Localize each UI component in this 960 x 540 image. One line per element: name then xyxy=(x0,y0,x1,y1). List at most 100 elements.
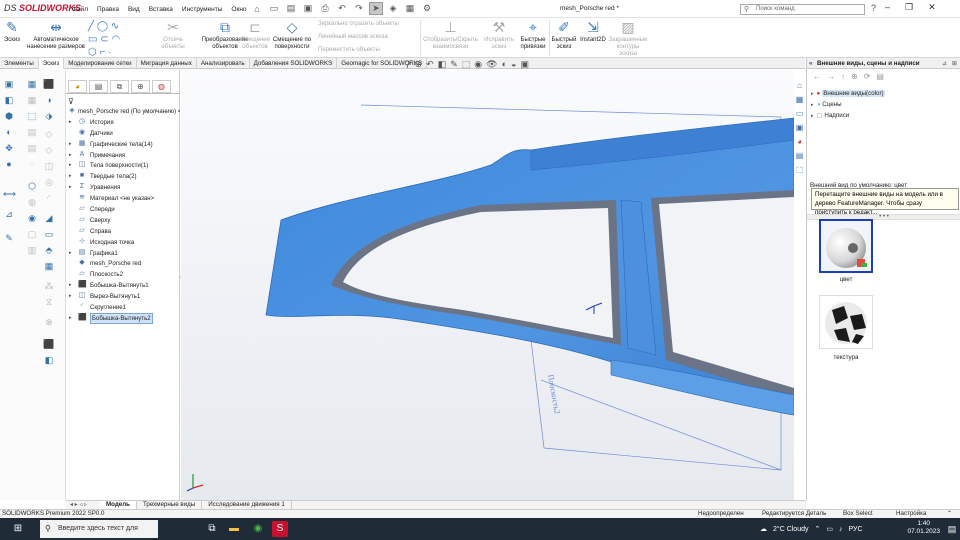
circle-icon[interactable]: ◯ xyxy=(97,21,108,32)
tab-model[interactable]: Модель xyxy=(100,501,137,509)
feature-tree-item[interactable]: ▸ ◫ Вырез-Вытянуть1 xyxy=(66,291,180,302)
rapid-sketch-button[interactable]: ✐ Быстрый эскиз xyxy=(551,19,577,51)
feature-tree-item[interactable]: ▸ ▤ Графика1 xyxy=(66,248,180,259)
feature-tree-item[interactable]: ▱ Сверху xyxy=(66,215,180,226)
configuration-manager-tab-icon[interactable]: ⧉ xyxy=(110,80,129,93)
tab-scroll-arrows-icon[interactable]: ◂ ▸ ◃ ▹ xyxy=(66,501,100,509)
display-style-icon[interactable]: ◉ xyxy=(474,59,482,70)
filter-icon[interactable]: ⊽ xyxy=(68,97,74,106)
language-indicator[interactable]: РУС xyxy=(848,526,862,533)
feature-tree-item[interactable]: ▸ ◫ Тела поверхности(1) xyxy=(66,160,180,171)
tab-evaluate[interactable]: Анализировать xyxy=(197,58,250,69)
view-palette-icon[interactable]: ▣ xyxy=(794,122,805,133)
minimize-icon[interactable]: – xyxy=(885,2,890,13)
expand-icon[interactable]: ▸ xyxy=(811,102,814,108)
mesh-body[interactable] xyxy=(265,117,794,416)
tab-data-migration[interactable]: Миграция данных xyxy=(137,58,197,69)
rib-icon[interactable]: ▦ xyxy=(43,260,55,272)
scenes-folder[interactable]: ▸ ◑ Сцены xyxy=(811,101,842,108)
offset-entities-button[interactable]: ⊏ Смещение объектов xyxy=(238,19,272,51)
wrap-icon[interactable]: ⬡ xyxy=(26,180,38,192)
appearance-thumb-color[interactable] xyxy=(819,219,873,273)
add-to-library-icon[interactable]: ⊕ xyxy=(851,72,858,81)
view-orientation-icon[interactable]: ⬚ xyxy=(462,59,471,70)
box-select-status[interactable]: Box Select xyxy=(843,510,873,518)
extrude-icon[interactable]: ⬛ xyxy=(43,78,55,90)
menu-insert[interactable]: Вставка xyxy=(149,6,173,13)
expand-icon[interactable]: ▸ xyxy=(69,117,72,128)
spline-icon[interactable]: ∿ xyxy=(111,21,119,32)
boundary-icon[interactable]: ⬚ xyxy=(26,110,38,122)
up-icon[interactable]: ↑ xyxy=(841,72,845,81)
tab-mesh-modeling[interactable]: Моделирование сетки xyxy=(64,58,137,69)
menu-edit[interactable]: Правка xyxy=(97,6,119,13)
view-cube-icon[interactable]: ▣ xyxy=(3,78,15,90)
shaded-contours-button[interactable]: ▨ Закрашенные контуры эскиза xyxy=(608,19,648,58)
file-properties-icon[interactable]: ▦ xyxy=(403,2,417,15)
collapse-icon[interactable]: « xyxy=(809,58,812,69)
maximize-icon[interactable]: ❐ xyxy=(905,2,913,13)
auto-dimension-button[interactable]: ⇹ Автоматическое нанесение размеров xyxy=(27,19,85,51)
help-icon[interactable]: ? xyxy=(871,3,876,13)
graphics-area[interactable]: Плоскость2 xyxy=(181,70,794,500)
apply-scene-icon[interactable]: ◒ xyxy=(511,59,516,70)
measure-icon[interactable]: ⟷ xyxy=(3,188,16,200)
tab-sketch[interactable]: Эскиз xyxy=(38,58,65,69)
chrome-icon[interactable]: ◉ xyxy=(250,521,266,537)
expand-icon[interactable]: ▸ xyxy=(811,113,814,119)
feature-tree-item[interactable]: ◆ mesh_Porsche red xyxy=(66,258,180,269)
network-icon[interactable]: ▭ xyxy=(826,525,833,533)
expand-icon[interactable]: ▸ xyxy=(811,91,814,97)
repair-sketch-button[interactable]: ⚒ Исправить эскиз xyxy=(482,19,516,51)
forward-icon[interactable]: → xyxy=(827,72,835,81)
3d-content-icon[interactable]: ⬚ xyxy=(794,164,805,175)
tab-3d-views[interactable]: Трехмерные виды xyxy=(137,501,203,509)
undo-icon[interactable]: ↶ xyxy=(335,2,349,15)
zoom-area-icon[interactable]: ⊕ xyxy=(415,59,423,70)
previous-view-icon[interactable]: ↶ xyxy=(426,59,434,70)
property-manager-tab-icon[interactable]: ▤ xyxy=(89,80,108,93)
revolve-icon[interactable]: ◑ xyxy=(43,94,55,106)
select-pointer-icon[interactable]: ➤ xyxy=(369,2,383,15)
draft-icon[interactable]: ⬘ xyxy=(43,244,55,256)
move-entities-button[interactable]: Переместить объекты xyxy=(318,47,380,53)
decals-folder[interactable]: ▸ ▢ Надписи xyxy=(811,112,849,119)
show-hide-relations-button[interactable]: ⊥ Отобразить/Скрыть взаимосвязи xyxy=(423,19,478,51)
chamfer-icon[interactable]: ◢ xyxy=(43,212,55,224)
expand-icon[interactable]: ▸ xyxy=(69,171,72,182)
model-view[interactable]: Плоскость2 xyxy=(181,70,794,500)
back-icon[interactable]: ← xyxy=(813,72,821,81)
section-view-icon[interactable]: ◧ xyxy=(438,59,447,70)
home-icon[interactable]: ⌂ xyxy=(250,2,264,15)
feature-tree-item[interactable]: ▸ ◷ История xyxy=(66,117,180,128)
save-icon[interactable]: ▣ xyxy=(301,2,315,15)
pin-panel-icon[interactable]: ⊞ xyxy=(952,58,957,69)
weather-text[interactable]: 2°C Cloudy xyxy=(773,526,808,533)
solidworks-logo[interactable]: DS SOLIDWORKS xyxy=(4,3,81,13)
feature-tree-item[interactable]: ◉ Датчики xyxy=(66,128,180,139)
feature-tree-item[interactable]: ▱ Спереди xyxy=(66,204,180,215)
file-explorer-icon[interactable]: ▭ xyxy=(794,108,805,119)
expand-icon[interactable]: ▸ xyxy=(69,160,72,171)
sketch-button[interactable]: ✎ Эскиз xyxy=(2,19,22,44)
appearance-icon[interactable]: ● xyxy=(3,158,15,170)
dimxpert-tab-icon[interactable]: ⊕ xyxy=(131,80,150,93)
clock[interactable]: 1:40 07.01.2023 xyxy=(907,520,940,536)
edit-appearance-icon[interactable]: ◐ xyxy=(502,59,507,70)
hide-show-items-icon[interactable]: 👁 xyxy=(486,59,497,70)
tab-motion-study[interactable]: Исследование движения 1 xyxy=(202,501,292,509)
fillet-sketch-icon[interactable]: ⌐ xyxy=(100,47,106,58)
pin-icon[interactable]: ⊿ xyxy=(942,58,947,69)
feature-tree-item[interactable]: ▱ Плоскость2 xyxy=(66,269,180,280)
quick-snaps-button[interactable]: ⌖ Быстрые привязки xyxy=(518,19,548,51)
view-mode-icon[interactable]: ▤ xyxy=(876,72,884,81)
redo-icon[interactable]: ↷ xyxy=(352,2,366,15)
expand-icon[interactable]: ▸ xyxy=(69,313,72,324)
appearance-thumb-texture[interactable] xyxy=(819,295,873,349)
appearances-folder[interactable]: ▸ ● Внешние виды(color) xyxy=(811,90,885,97)
feature-tree-item[interactable]: ▸ Σ Уравнения xyxy=(66,182,180,193)
units-settings[interactable]: Настройка xyxy=(896,510,926,518)
sweep-icon[interactable]: ⬗ xyxy=(43,110,55,122)
polygon-icon[interactable]: ⬡ xyxy=(88,47,97,58)
feature-tree-item[interactable]: ⊹ Исходная точка xyxy=(66,237,180,248)
